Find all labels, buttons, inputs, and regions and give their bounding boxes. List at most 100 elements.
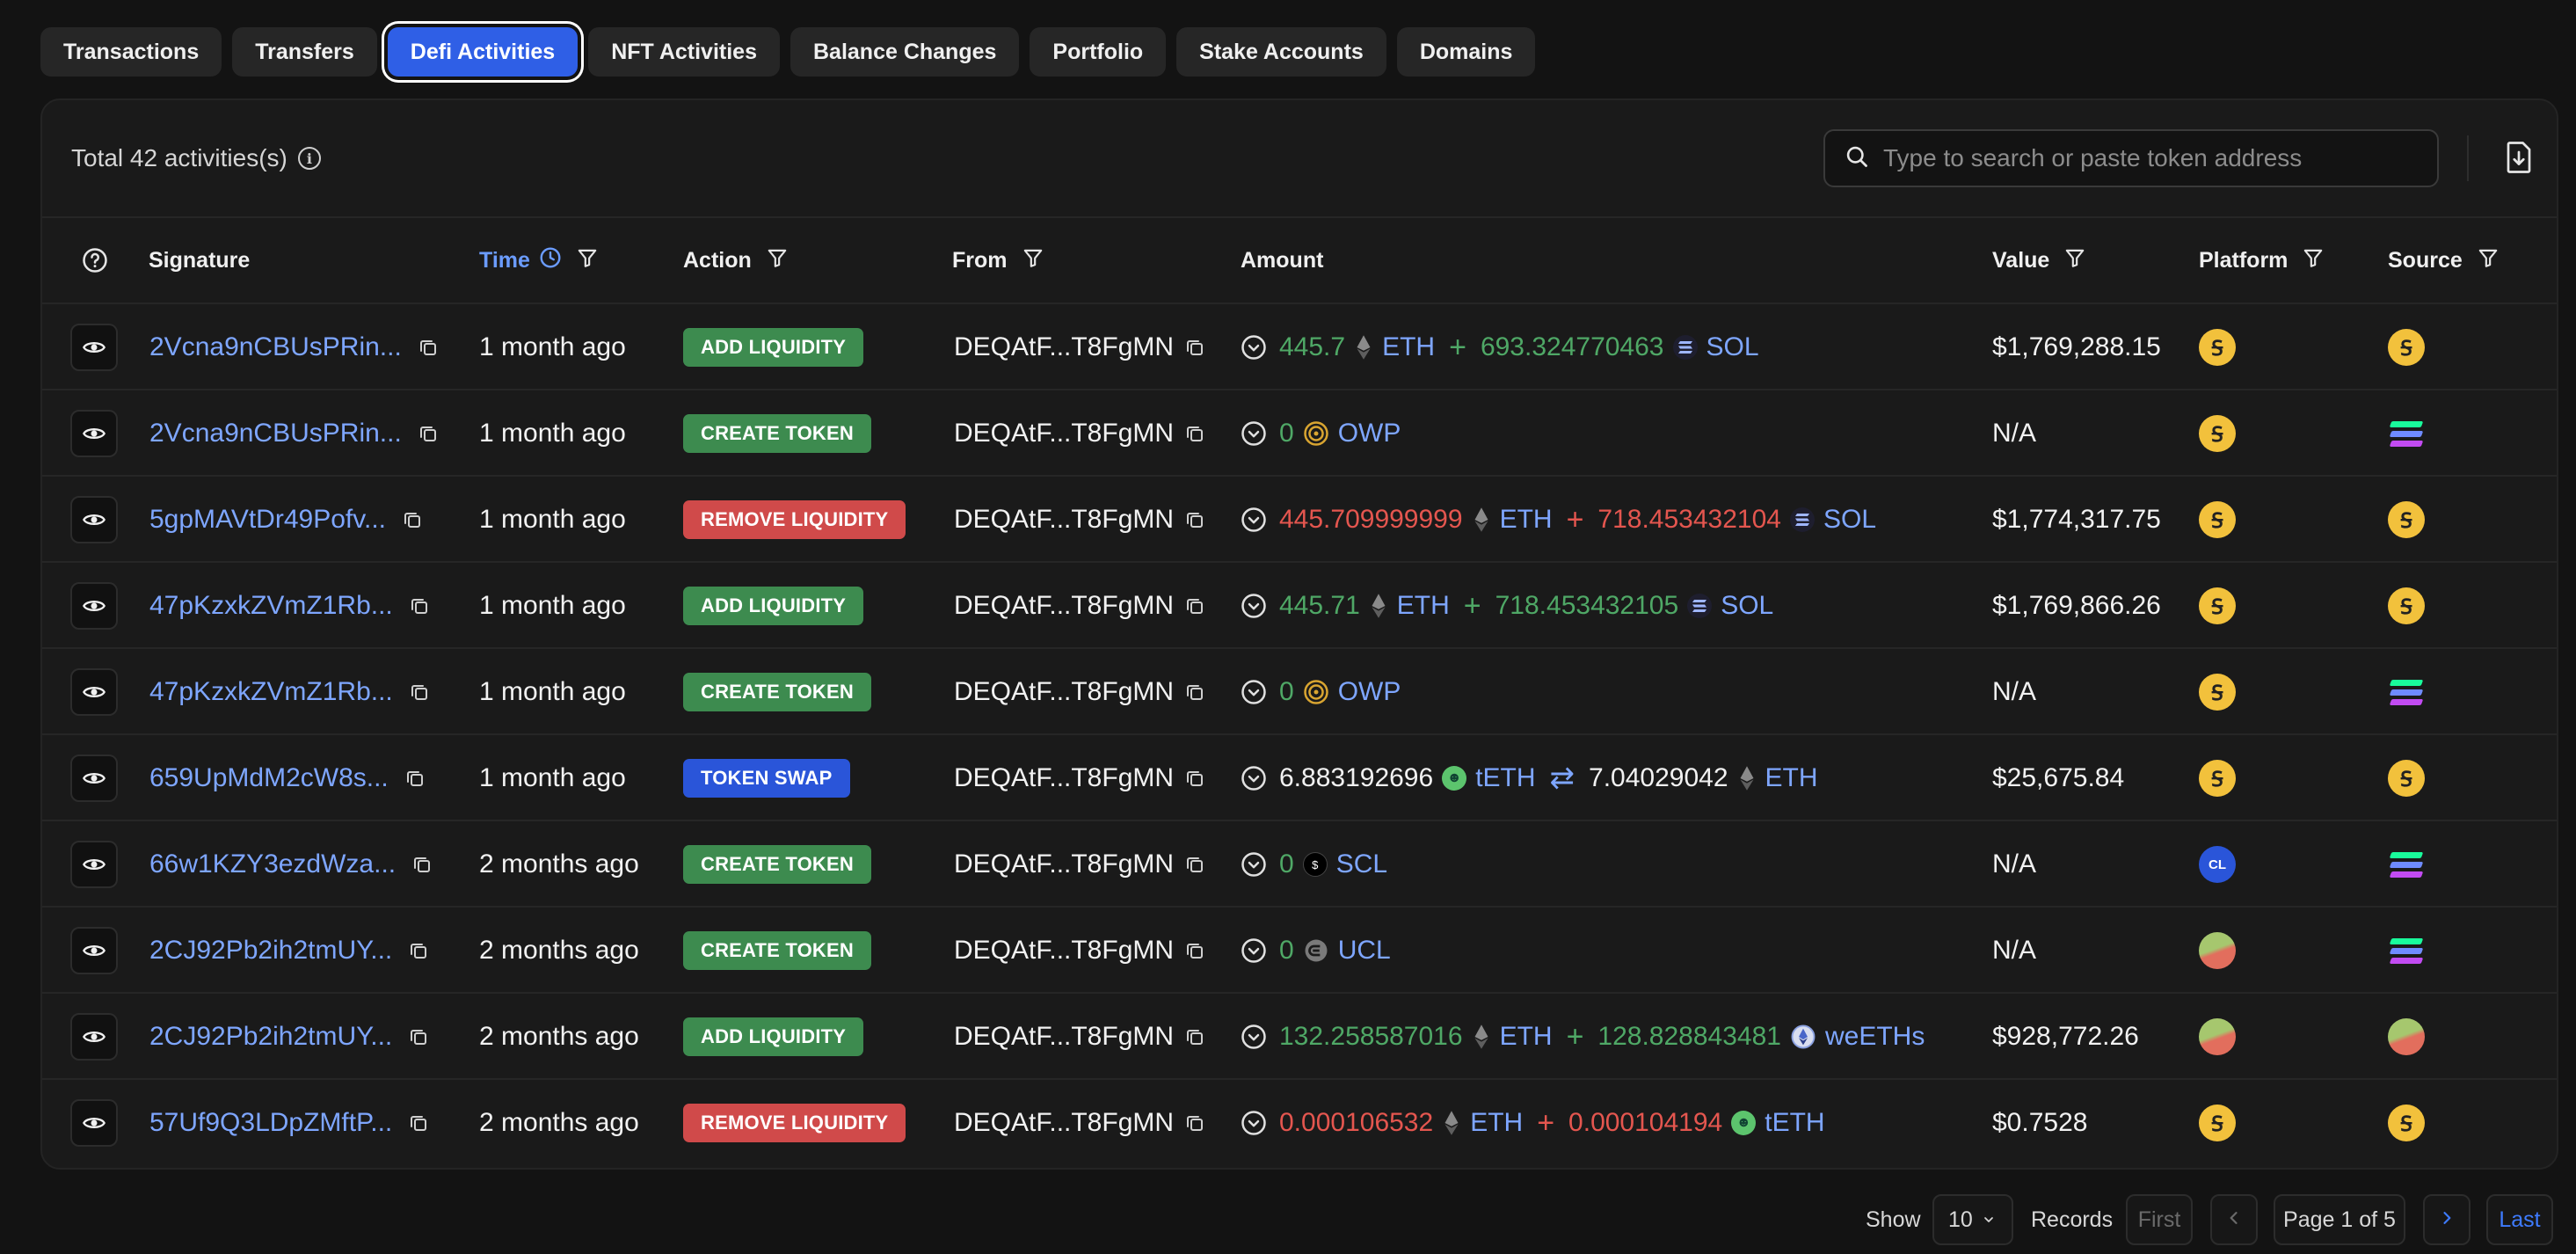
signature-link[interactable]: 47pKzxkZVmZ1Rb... [149, 591, 393, 621]
token-link[interactable]: ETH [1500, 505, 1553, 535]
copy-icon[interactable] [409, 682, 430, 703]
signature-link[interactable]: 659UpMdM2cW8s... [149, 763, 389, 793]
source-filter-icon[interactable] [2477, 246, 2500, 275]
d-platform-icon[interactable]: Ꟊ [2199, 415, 2236, 452]
from-filter-icon[interactable] [1022, 246, 1044, 275]
token-link[interactable]: ETH [1382, 332, 1435, 362]
copy-icon[interactable] [404, 768, 426, 789]
copy-icon[interactable] [1184, 509, 1205, 530]
d-platform-icon[interactable]: Ꟊ [2199, 674, 2236, 711]
clock-icon[interactable] [539, 246, 562, 275]
token-link[interactable]: weETHs [1825, 1022, 1925, 1052]
from-address-link[interactable]: DEQAtF...T8FgMN [954, 505, 1174, 535]
view-details-button[interactable] [70, 582, 118, 630]
copy-icon[interactable] [408, 1026, 429, 1047]
time-filter-icon[interactable] [576, 246, 599, 275]
signature-link[interactable]: 2CJ92Pb2ih2tmUY... [149, 1022, 392, 1052]
from-address-link[interactable]: DEQAtF...T8FgMN [954, 332, 1174, 362]
copy-icon[interactable] [1184, 940, 1205, 961]
d-platform-icon[interactable]: Ꟊ [2199, 760, 2236, 797]
d-platform-icon[interactable]: Ꟊ [2199, 587, 2236, 624]
tab-stake-accounts[interactable]: Stake Accounts [1176, 27, 1386, 77]
copy-icon[interactable] [408, 1112, 429, 1134]
token-link[interactable]: ETH [1500, 1022, 1553, 1052]
cl-platform-icon[interactable]: CL [2199, 846, 2236, 883]
view-details-button[interactable] [70, 496, 118, 543]
view-details-button[interactable] [70, 755, 118, 802]
from-address-link[interactable]: DEQAtF...T8FgMN [954, 419, 1174, 448]
p-platform-icon[interactable] [2199, 932, 2236, 969]
token-link[interactable]: SCL [1336, 849, 1387, 879]
token-link[interactable]: ETH [1470, 1108, 1523, 1138]
p-platform-icon[interactable] [2199, 1018, 2236, 1055]
token-link[interactable]: SOL [1823, 505, 1876, 535]
next-page-button[interactable] [2423, 1194, 2470, 1245]
token-link[interactable]: ETH [1765, 763, 1818, 793]
from-address-link[interactable]: DEQAtF...T8FgMN [954, 1108, 1174, 1138]
token-link[interactable]: UCL [1338, 936, 1391, 966]
copy-icon[interactable] [418, 337, 439, 358]
view-details-button[interactable] [70, 1013, 118, 1061]
source-solana-icon[interactable] [2388, 846, 2425, 883]
token-link[interactable]: SOL [1706, 332, 1759, 362]
column-time[interactable]: Time [479, 246, 599, 275]
tab-transactions[interactable]: Transactions [40, 27, 222, 77]
source-d-platform-icon[interactable]: Ꟊ [2388, 760, 2425, 797]
source-solana-icon[interactable] [2388, 674, 2425, 711]
copy-icon[interactable] [1184, 768, 1205, 789]
expand-icon[interactable] [1241, 507, 1267, 533]
copy-icon[interactable] [1184, 423, 1205, 444]
signature-link[interactable]: 5gpMAVtDr49Pofv... [149, 505, 386, 535]
expand-icon[interactable] [1241, 334, 1267, 361]
expand-icon[interactable] [1241, 420, 1267, 447]
view-details-button[interactable] [70, 841, 118, 888]
view-details-button[interactable] [70, 1099, 118, 1147]
source-solana-icon[interactable] [2388, 415, 2425, 452]
token-link[interactable]: SOL [1721, 591, 1773, 621]
tab-nft-activities[interactable]: NFT Activities [588, 27, 780, 77]
view-details-button[interactable] [70, 668, 118, 716]
copy-icon[interactable] [1184, 854, 1205, 875]
tab-balance-changes[interactable]: Balance Changes [790, 27, 1020, 77]
info-icon[interactable]: i [297, 147, 321, 170]
prev-page-button[interactable] [2210, 1194, 2258, 1245]
signature-link[interactable]: 57Uf9Q3LDpZMftP... [149, 1108, 392, 1138]
view-details-button[interactable] [70, 410, 118, 457]
page-size-select[interactable]: 10 [1932, 1194, 2013, 1245]
expand-icon[interactable] [1241, 765, 1267, 791]
last-page-button[interactable]: Last [2486, 1194, 2553, 1245]
copy-icon[interactable] [411, 854, 433, 875]
source-d-platform-icon[interactable]: Ꟊ [2388, 329, 2425, 366]
source-p-platform-icon[interactable] [2388, 1018, 2425, 1055]
copy-icon[interactable] [1184, 1026, 1205, 1047]
signature-link[interactable]: 47pKzxkZVmZ1Rb... [149, 677, 393, 707]
copy-icon[interactable] [418, 423, 439, 444]
token-link[interactable]: OWP [1338, 677, 1401, 707]
tab-domains[interactable]: Domains [1396, 27, 1536, 77]
d-platform-icon[interactable]: Ꟊ [2199, 329, 2236, 366]
signature-link[interactable]: 66w1KZY3ezdWza... [149, 849, 396, 879]
expand-icon[interactable] [1241, 1024, 1267, 1050]
from-address-link[interactable]: DEQAtF...T8FgMN [954, 591, 1174, 621]
copy-icon[interactable] [1184, 595, 1205, 616]
value-filter-icon[interactable] [2063, 246, 2086, 275]
token-link[interactable]: tETH [1475, 763, 1535, 793]
d-platform-icon[interactable]: Ꟊ [2199, 501, 2236, 538]
from-address-link[interactable]: DEQAtF...T8FgMN [954, 1022, 1174, 1052]
export-button[interactable] [2497, 137, 2541, 181]
action-filter-icon[interactable] [766, 246, 789, 275]
from-address-link[interactable]: DEQAtF...T8FgMN [954, 677, 1174, 707]
expand-icon[interactable] [1241, 679, 1267, 705]
expand-icon[interactable] [1241, 593, 1267, 619]
first-page-button[interactable]: First [2126, 1194, 2193, 1245]
from-address-link[interactable]: DEQAtF...T8FgMN [954, 936, 1174, 966]
view-details-button[interactable] [70, 927, 118, 974]
source-d-platform-icon[interactable]: Ꟊ [2388, 1105, 2425, 1141]
token-link[interactable]: OWP [1338, 419, 1401, 448]
tab-transfers[interactable]: Transfers [232, 27, 377, 77]
from-address-link[interactable]: DEQAtF...T8FgMN [954, 763, 1174, 793]
view-details-button[interactable] [70, 324, 118, 371]
source-solana-icon[interactable] [2388, 932, 2425, 969]
signature-link[interactable]: 2Vcna9nCBUsPRin... [149, 332, 402, 362]
token-link[interactable]: ETH [1397, 591, 1450, 621]
